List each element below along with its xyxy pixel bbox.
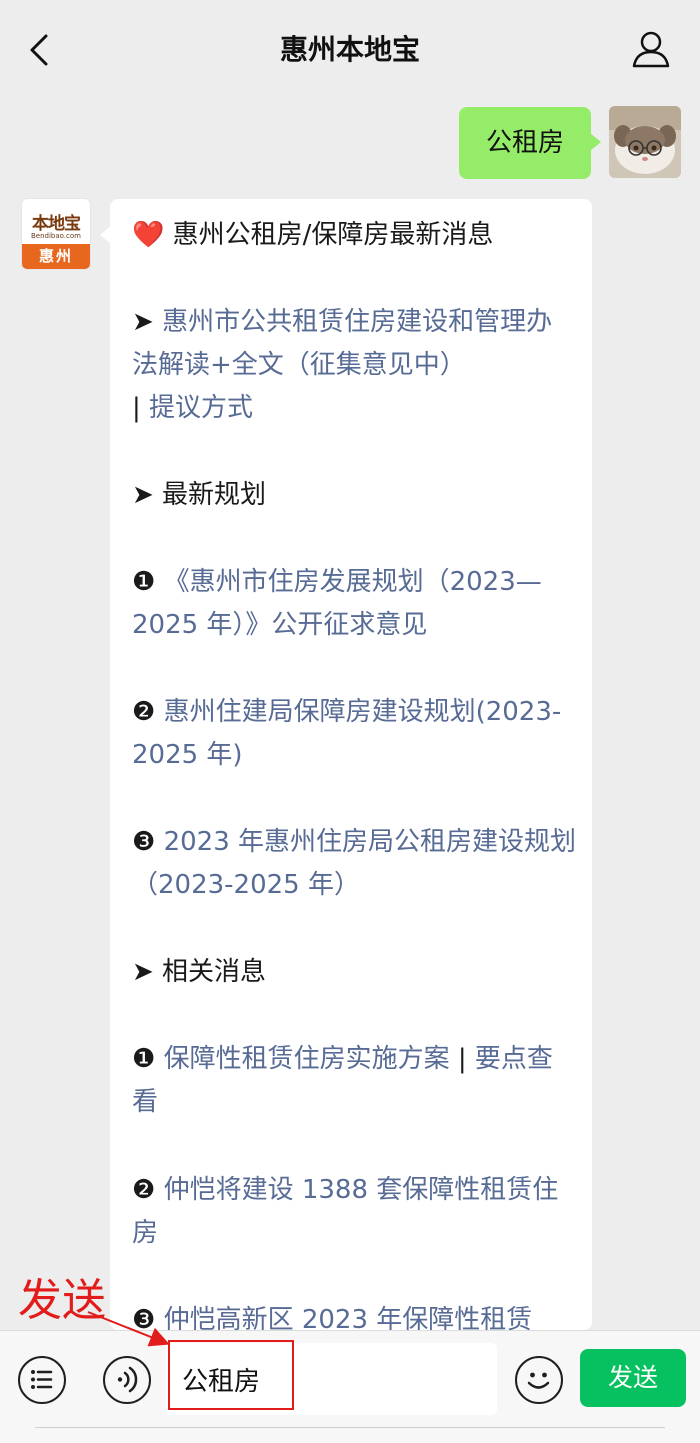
message-heading: ❤️ 惠州公租房/保障房最新消息 [132, 214, 577, 257]
separator: | [132, 393, 150, 423]
number-marker: ❸ [132, 827, 164, 857]
separator: | [449, 1044, 475, 1074]
logo-text: 本地宝 [32, 214, 81, 234]
logo-url: Bendibao.com [30, 232, 81, 240]
list-item: ❸ 仲恺高新区 2023 年保障性租赁 [132, 1299, 577, 1330]
link-management-rules[interactable]: 惠州市公共租赁住房建设和管理办法解读+全文（征集意见中） [132, 307, 552, 380]
link-zhongkai-1388[interactable]: 仲恺将建设 1388 套保障性租赁住房 [132, 1175, 558, 1248]
input-bar: 公租房 发送 [0, 1330, 700, 1443]
arrow-marker: ➤ [132, 307, 163, 337]
chat-header: 惠州本地宝 [0, 0, 700, 100]
cat-avatar-image [609, 106, 681, 178]
link-proposal-method[interactable]: 提议方式 [149, 393, 253, 423]
voice-input-button[interactable] [103, 1356, 151, 1404]
number-marker: ❶ [132, 1044, 164, 1074]
list-menu-icon [31, 1370, 53, 1389]
send-button[interactable]: 发送 [580, 1349, 686, 1407]
menu-button[interactable] [18, 1356, 66, 1404]
voice-icon [117, 1366, 138, 1393]
sent-message-bubble[interactable]: 公租房 [459, 107, 601, 179]
user-avatar[interactable] [609, 106, 681, 178]
list-item: ❷ 惠州住建局保障房建设规划(2023-2025 年) [132, 691, 577, 777]
bottom-divider [35, 1427, 665, 1428]
number-marker: ❷ [132, 1175, 164, 1205]
section-latest-plans: ➤ 最新规划 [132, 480, 267, 510]
list-item: ❶ 保障性租赁住房实施方案 | 要点查看 [132, 1038, 577, 1124]
emoji-button[interactable] [515, 1356, 563, 1404]
list-item: ❸ 2023 年惠州住房局公租房建设规划（2023-2025 年） [132, 821, 577, 907]
link-implementation-plan[interactable]: 保障性租赁住房实施方案 [164, 1044, 450, 1074]
number-marker: ❶ [132, 567, 164, 597]
heading-text: 惠州公租房/保障房最新消息 [172, 220, 494, 250]
number-marker: ❷ [132, 697, 164, 727]
logo-city: 惠州 [22, 244, 90, 269]
link-public-rental-plan[interactable]: 2023 年惠州住房局公租房建设规划（2023-2025 年） [132, 827, 576, 900]
link-housing-plan[interactable]: 《惠州市住房发展规划（2023—2025 年）》公开征求意见 [132, 567, 542, 640]
emoji-icon [527, 1372, 550, 1389]
link-affordable-housing-plan[interactable]: 惠州住建局保障房建设规划(2023-2025 年) [132, 697, 561, 770]
number-marker: ❸ [132, 1305, 164, 1330]
link-zhongkai-2023[interactable]: 仲恺高新区 2023 年保障性租赁 [164, 1305, 533, 1330]
profile-icon[interactable] [630, 28, 672, 70]
list-item: ❷ 仲恺将建设 1388 套保障性租赁住房 [132, 1169, 577, 1255]
heart-icon: ❤️ [132, 220, 165, 250]
list-item: ❶ 《惠州市住房发展规划（2023—2025 年）》公开征求意见 [132, 561, 577, 647]
list-item: ➤ 惠州市公共租赁住房建设和管理办法解读+全文（征集意见中） | 提议方式 [132, 301, 577, 430]
received-message-bubble: ❤️ 惠州公租房/保障房最新消息 ➤ 惠州市公共租赁住房建设和管理办法解读+全文… [110, 199, 592, 1330]
annotation-label: 发送 [18, 1275, 106, 1326]
annotation-highlight-box [168, 1340, 294, 1410]
chat-title: 惠州本地宝 [279, 33, 420, 66]
official-account-avatar[interactable]: 本地宝 Bendibao.com 惠州 [21, 198, 91, 270]
section-related-news: ➤ 相关消息 [132, 957, 267, 987]
